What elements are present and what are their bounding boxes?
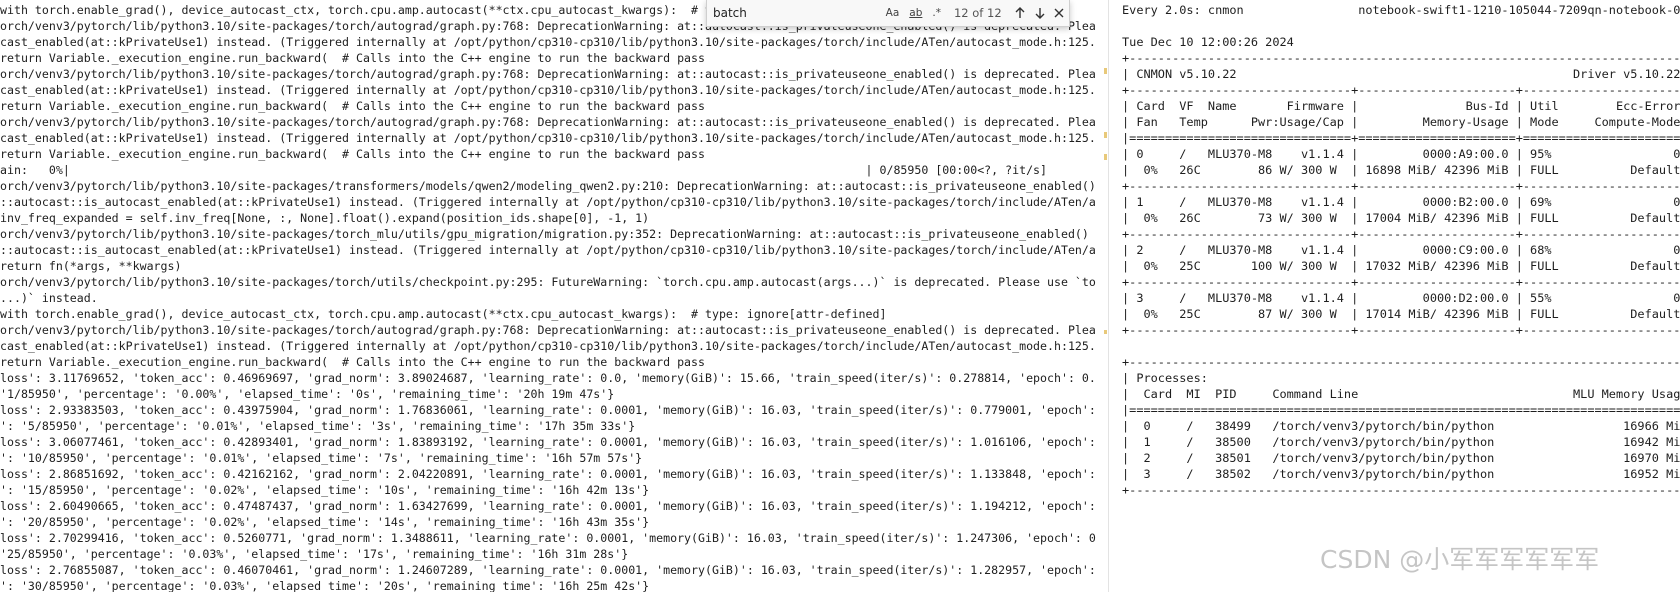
terminal-line: | 3 / MLU370-M8 v1.1.4 | 0000:D2:00.0 | … [1122, 291, 1680, 305]
terminal-line: ': '5/85950', 'percentage': '0.01%', 'el… [0, 419, 636, 433]
terminal-line: | 0% 25C 100 W/ 300 W | 17032 MiB/ 42396… [1122, 259, 1680, 273]
previous-match-button[interactable] [1011, 3, 1031, 23]
terminal-line: loss': 2.93383503, 'token_acc': 0.439759… [0, 403, 1096, 417]
terminal-line: +-------------------------------+-------… [1122, 83, 1680, 97]
close-find-button[interactable] [1050, 3, 1070, 23]
terminal-line: Every 2.0s: cnmon notebook-swift1-1210-1… [1122, 3, 1680, 17]
terminal-line: loss': 3.06077461, 'token_acc': 0.428934… [0, 435, 1096, 449]
terminal-line: Tue Dec 10 12:00:26 2024 [1122, 35, 1294, 49]
left-terminal-pane[interactable]: with torch.enable_grad(), device_autocas… [0, 0, 1096, 592]
find-widget: Aa ab .* 12 of 12 [706, 0, 1070, 27]
terminal-line: return Variable._execution_engine.run_ba… [0, 355, 705, 369]
terminal-line: ::autocast::is_autocast_enabled(at::kPri… [0, 243, 1096, 257]
match-case-button[interactable]: Aa [884, 6, 902, 20]
pane-splitter[interactable] [1108, 0, 1109, 592]
terminal-line: orch/venv3/pytorch/lib/python3.10/site-p… [0, 115, 1096, 129]
terminal-line: | Card VF Name Firmware | Bus-Id | Util … [1122, 99, 1680, 113]
regex-button[interactable]: .* [930, 6, 943, 20]
terminal-line: | 0% 25C 87 W/ 300 W | 17014 MiB/ 42396 … [1122, 307, 1680, 321]
terminal-line: +-------------------------------+-------… [1122, 179, 1680, 193]
next-match-button[interactable] [1030, 3, 1050, 23]
terminal-line: orch/venv3/pytorch/lib/python3.10/site-p… [0, 179, 1096, 193]
terminal-line: | 2 / 38501 /torch/venv3/pytorch/bin/pyt… [1122, 451, 1680, 465]
terminal-line: | CNMON v5.10.22 Driver v5.10.22 | [1122, 67, 1680, 81]
terminal-line: |===============================+=======… [1122, 131, 1680, 145]
terminal-line: cast_enabled(at::kPrivateUse1) instead. … [0, 35, 1096, 49]
terminal-line: orch/venv3/pytorch/lib/python3.10/site-p… [0, 323, 1096, 337]
scroll-marker [1104, 132, 1107, 138]
terminal-line: loss': 2.60490665, 'token_acc': 0.474874… [0, 499, 1096, 513]
arrow-down-icon [1035, 8, 1045, 19]
terminal-line: return fn(*args, **kwargs) [0, 259, 182, 273]
terminal-line: with torch.enable_grad(), device_autocas… [0, 307, 887, 321]
arrow-up-icon [1015, 7, 1025, 18]
left-terminal-output: with torch.enable_grad(), device_autocas… [0, 2, 1096, 592]
scroll-marker [1104, 154, 1107, 160]
terminal-line: return Variable._execution_engine.run_ba… [0, 99, 705, 113]
terminal-line: ::autocast::is_autocast_enabled(at::kPri… [0, 195, 1096, 209]
terminal-line: | 2 / MLU370-M8 v1.1.4 | 0000:C9:00.0 | … [1122, 243, 1680, 257]
terminal-line: inv_freq_expanded = self.inv_freq[None, … [0, 211, 650, 225]
terminal-line: | 0 / 38499 /torch/venv3/pytorch/bin/pyt… [1122, 419, 1680, 433]
terminal-line: | 0% 26C 73 W/ 300 W | 17004 MiB/ 42396 … [1122, 211, 1680, 225]
terminal-line: cast_enabled(at::kPrivateUse1) instead. … [0, 83, 1096, 97]
terminal-line: cast_enabled(at::kPrivateUse1) instead. … [0, 131, 1096, 145]
terminal-line: ...)` instead. [0, 291, 98, 305]
terminal-line: | Card MI PID Command Line MLU Memory Us… [1122, 387, 1680, 401]
terminal-line: '25/85950', 'percentage': '0.03%', 'elap… [0, 547, 629, 561]
terminal-line: return Variable._execution_engine.run_ba… [0, 147, 705, 161]
watermark: CSDN @小军军军军军军 [1320, 545, 1600, 574]
terminal-line: | 1 / 38500 /torch/venv3/pytorch/bin/pyt… [1122, 435, 1680, 449]
terminal-line: cast_enabled(at::kPrivateUse1) instead. … [0, 339, 1096, 353]
right-terminal-pane[interactable]: Every 2.0s: cnmon notebook-swift1-1210-1… [1122, 0, 1680, 592]
editor-gutter [1096, 0, 1122, 592]
terminal-line: ': '20/85950', 'percentage': '0.02%', 'e… [0, 515, 650, 529]
terminal-line: | 0 / MLU370-M8 v1.1.4 | 0000:A9:00.0 | … [1122, 147, 1680, 161]
terminal-line: orch/venv3/pytorch/lib/python3.10/site-p… [0, 227, 1096, 241]
find-input[interactable] [713, 2, 881, 24]
terminal-line: loss': 2.70299416, 'token_acc': 0.526077… [0, 531, 1096, 545]
terminal-line: orch/venv3/pytorch/lib/python3.10/site-p… [0, 275, 1096, 289]
terminal-line: +-------------------------------+-------… [1122, 227, 1680, 241]
terminal-line: +---------------------------------------… [1122, 483, 1680, 497]
terminal-line: loss': 3.11769652, 'token_acc': 0.469696… [0, 371, 1096, 385]
scroll-marker [1104, 68, 1107, 74]
terminal-line: | 0% 26C 86 W/ 300 W | 16898 MiB/ 42396 … [1122, 163, 1680, 177]
close-icon [1054, 8, 1064, 18]
terminal-line: ': '10/85950', 'percentage': '0.01%', 'e… [0, 451, 643, 465]
terminal-line: | 3 / 38502 /torch/venv3/pytorch/bin/pyt… [1122, 467, 1680, 481]
whole-word-button[interactable]: ab [907, 6, 924, 20]
terminal-line: return Variable._execution_engine.run_ba… [0, 51, 705, 65]
scroll-marker [1104, 330, 1107, 334]
terminal-line: '1/85950', 'percentage': '0.00%', 'elaps… [0, 387, 615, 401]
cnmon-output: Every 2.0s: cnmon notebook-swift1-1210-1… [1122, 2, 1680, 498]
terminal-line: ': '15/85950', 'percentage': '0.02%', 'e… [0, 483, 650, 497]
terminal-line: orch/venv3/pytorch/lib/python3.10/site-p… [0, 67, 1096, 81]
terminal-line: ': '30/85950', 'percentage': '0.03%', 'e… [0, 579, 650, 592]
terminal-line: +---------------------------------------… [1122, 51, 1680, 65]
terminal-line: | Processes: | [1122, 371, 1680, 385]
terminal-line: loss': 2.86851692, 'token_acc': 0.421621… [0, 467, 1096, 481]
terminal-line: ain: 0%| | 0/85950 [00:00<?, ?it/s] [0, 163, 1048, 177]
terminal-line: +-------------------------------+-------… [1122, 275, 1680, 289]
terminal-line: |=======================================… [1122, 403, 1680, 417]
terminal-line: +---------------------------------------… [1122, 355, 1680, 369]
terminal-line: | 1 / MLU370-M8 v1.1.4 | 0000:B2:00.0 | … [1122, 195, 1680, 209]
terminal-line: | Fan Temp Pwr:Usage/Cap | Memory-Usage … [1122, 115, 1680, 129]
terminal-line: +-------------------------------+-------… [1122, 323, 1680, 337]
match-count: 12 of 12 [953, 6, 1002, 20]
terminal-line: loss': 2.76855087, 'token_acc': 0.460704… [0, 563, 1096, 577]
